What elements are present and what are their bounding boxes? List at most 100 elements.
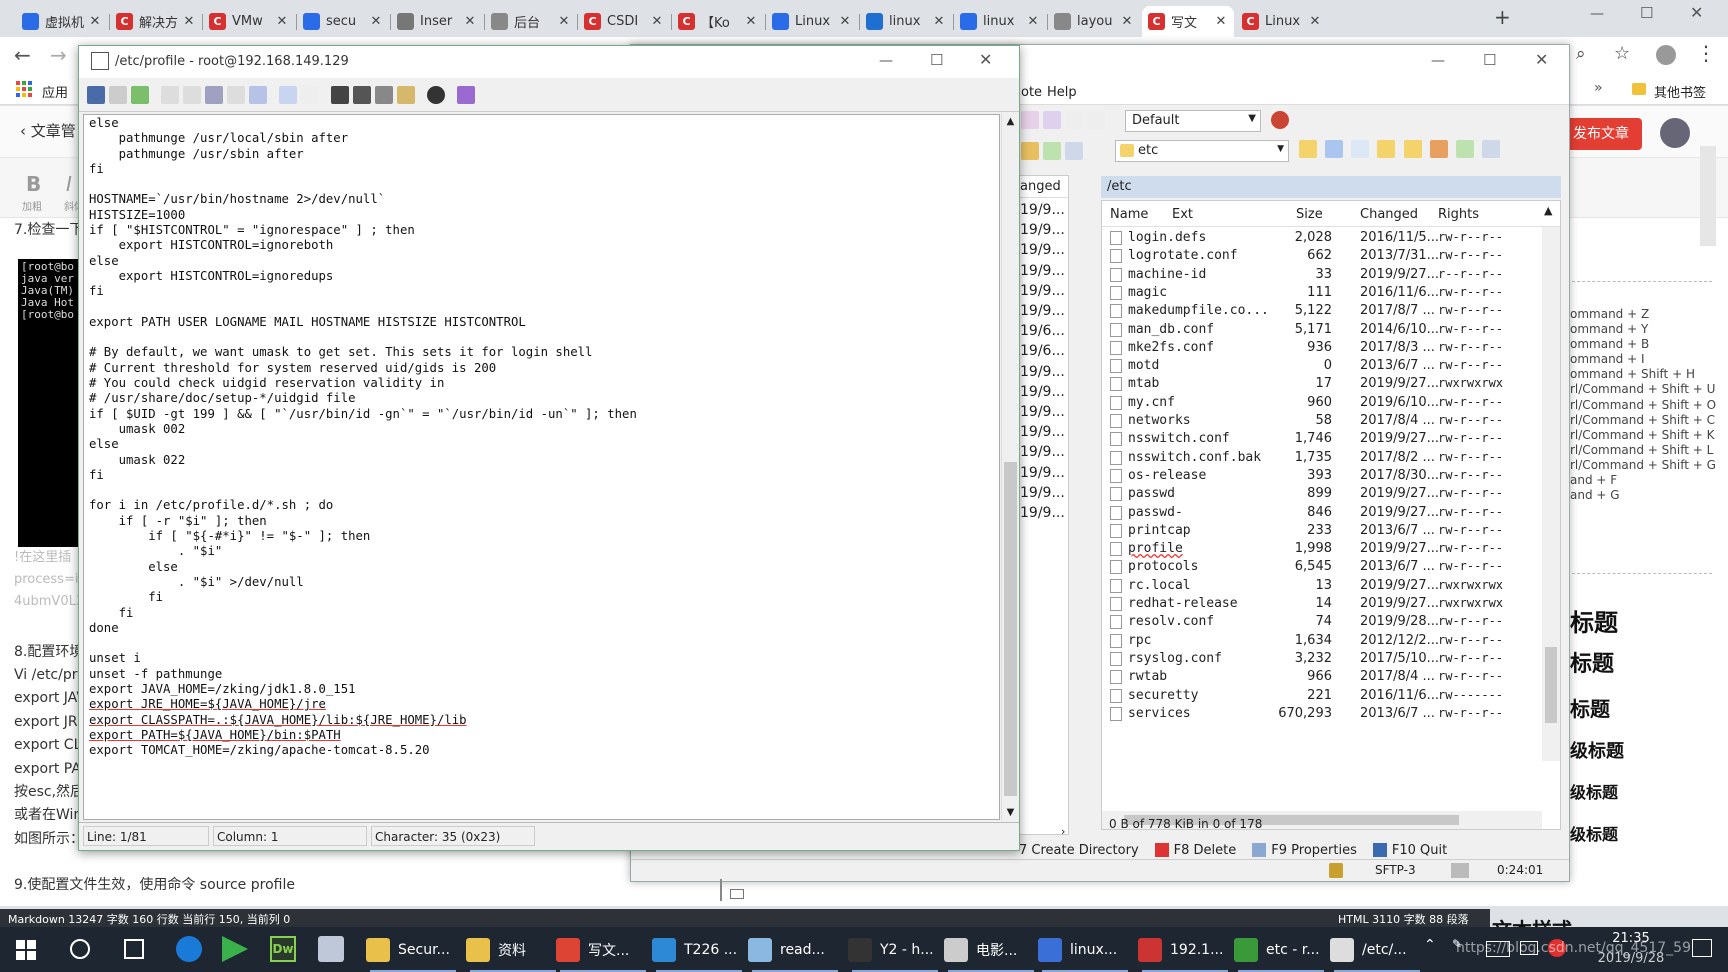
file-row[interactable]: nsswitch.conf.bak 1,735 2017/8/2 ... rw-r--… xyxy=(1102,449,1532,469)
delete-icon[interactable] xyxy=(227,85,245,104)
file-row[interactable]: printcap 233 2013/6/7 ... rw-r--r-- xyxy=(1102,522,1532,542)
file-row[interactable]: protocols 6,545 2013/6/7 ... rw-r--r-- xyxy=(1102,558,1532,578)
file-row[interactable]: my.cnf 960 2019/6/10... rw-r--r-- xyxy=(1102,394,1532,414)
tab-close-icon[interactable]: ✕ xyxy=(650,14,664,29)
file-row[interactable]: redhat-release 14 2019/9/27... rwxrwxrwx xyxy=(1102,595,1532,615)
heading-sample[interactable]: 标题 xyxy=(1570,693,1624,737)
editor-close-icon[interactable]: ✕ xyxy=(979,50,992,69)
local-changed-header[interactable]: anged xyxy=(1020,176,1068,198)
browser-tab[interactable]: C VMw ✕ xyxy=(203,6,295,37)
command-button[interactable]: F10 Quit xyxy=(1372,843,1447,858)
select-all-icon[interactable] xyxy=(249,85,267,104)
browser-tab[interactable]: linux ✕ xyxy=(954,6,1046,37)
col-name[interactable]: Name xyxy=(1110,207,1148,222)
file-row[interactable]: mtab 17 2019/9/27... rwxrwxrwx xyxy=(1102,375,1532,395)
file-row[interactable]: resolv.conf 74 2019/9/28... rw-r--r-- xyxy=(1102,613,1532,633)
file-row[interactable]: securetty 221 2016/11/6... rw------- xyxy=(1102,687,1532,707)
taskbar-app[interactable]: read... xyxy=(748,927,842,972)
col-rights[interactable]: Rights xyxy=(1438,207,1479,222)
menu-dots-icon[interactable]: ⋮ xyxy=(1696,41,1716,65)
filter-icon[interactable] xyxy=(1021,111,1039,129)
file-row[interactable]: nsswitch.conf 1,746 2019/9/27... rw-r--r-- xyxy=(1102,430,1532,450)
chevron-right-icon[interactable]: › xyxy=(1061,825,1075,839)
back-to-articles-link[interactable]: ‹ 文章管 xyxy=(20,120,76,141)
task-view-icon[interactable] xyxy=(124,939,144,959)
taskbar-app[interactable]: Y2 - h... xyxy=(848,927,942,972)
apps-grid-icon[interactable] xyxy=(16,81,32,97)
taskbar-app[interactable]: 写文... xyxy=(556,927,650,972)
settings-gear-icon[interactable] xyxy=(427,85,445,104)
maximize-icon[interactable]: ☐ xyxy=(1640,4,1653,22)
browser-tab[interactable]: 后台 ✕ xyxy=(485,6,577,37)
command-button[interactable]: F8 Delete xyxy=(1154,843,1236,858)
help-book-icon[interactable] xyxy=(457,85,475,104)
publish-button[interactable]: 发布文章 xyxy=(1560,118,1642,150)
tab-close-icon[interactable]: ✕ xyxy=(1026,14,1040,29)
home-icon[interactable] xyxy=(1429,140,1448,158)
menu-help[interactable]: Help xyxy=(1047,85,1077,100)
tab-close-icon[interactable]: ✕ xyxy=(463,14,477,29)
tab-close-icon[interactable]: ✕ xyxy=(275,14,289,29)
refresh-icon[interactable] xyxy=(1043,142,1061,160)
preferences-icon[interactable] xyxy=(1271,111,1289,129)
browser-tab[interactable]: C 写文 ✕ xyxy=(1142,6,1234,37)
heading-sample[interactable]: 标题 xyxy=(1570,646,1624,693)
chevron-right-icon[interactable]: » xyxy=(1594,80,1603,96)
taskbar-app[interactable]: Secur... xyxy=(366,927,460,972)
command-button[interactable]: F9 Properties xyxy=(1252,843,1357,858)
path-dropdown[interactable]: etc ▼ xyxy=(1115,140,1289,162)
editor-maximize-icon[interactable]: ☐ xyxy=(930,51,943,69)
back-icon[interactable] xyxy=(1325,140,1344,158)
file-row[interactable]: rpc 1,634 2012/12/2... rw-r--r-- xyxy=(1102,632,1532,652)
heading-sample[interactable]: 级标题 xyxy=(1570,779,1624,821)
chevron-up-icon[interactable]: ⌃ xyxy=(1424,937,1436,953)
cortana-search-icon[interactable] xyxy=(70,939,90,959)
paste-icon[interactable] xyxy=(205,85,223,104)
open-folder-icon[interactable] xyxy=(1299,140,1317,158)
tab-close-icon[interactable]: ✕ xyxy=(744,14,758,29)
browser-tab[interactable]: C 解决方 ✕ xyxy=(110,6,202,37)
taskbar-app[interactable]: etc - r... xyxy=(1234,927,1328,972)
command-button[interactable]: 7 Create Directory xyxy=(1019,843,1139,858)
heading-sample[interactable]: 标题 xyxy=(1570,603,1624,646)
tab-close-icon[interactable]: ✕ xyxy=(932,14,946,29)
file-row[interactable]: os-release 393 2017/8/30... rw-r--r-- xyxy=(1102,467,1532,487)
tab-close-icon[interactable]: ✕ xyxy=(182,14,196,29)
back-arrow-icon[interactable]: ← xyxy=(14,43,31,67)
sync-icon[interactable] xyxy=(1043,111,1061,129)
file-row[interactable]: services 670,293 2013/6/7 ... rw-r--r-- xyxy=(1102,705,1532,725)
zoom-icon[interactable]: ⌕ xyxy=(1576,44,1586,64)
taskbar-app[interactable]: 192.1... xyxy=(1138,927,1232,972)
user-avatar[interactable] xyxy=(1660,118,1690,148)
browser-tab[interactable]: layou ✕ xyxy=(1048,6,1140,37)
new-tab-icon[interactable]: + xyxy=(1494,5,1511,29)
refresh-icon[interactable] xyxy=(1087,111,1105,129)
other-bookmarks-link[interactable]: 其他书签 xyxy=(1654,82,1706,101)
file-row[interactable]: logrotate.conf 662 2013/7/31... rw-r--r-- xyxy=(1102,247,1532,267)
find-icon[interactable] xyxy=(331,85,349,104)
code-text-area[interactable]: else pathmunge /usr/local/sbin after pat… xyxy=(83,114,1000,820)
browser-tab[interactable]: secu ✕ xyxy=(297,6,389,37)
page-scrollbar[interactable] xyxy=(1700,146,1716,246)
replace-icon[interactable] xyxy=(375,85,393,104)
col-size[interactable]: Size xyxy=(1296,207,1323,222)
browser-tab[interactable]: 虚拟机 ✕ xyxy=(16,6,108,37)
refresh-icon[interactable] xyxy=(1455,140,1474,158)
browser-tab[interactable]: C 【Ko ✕ xyxy=(672,6,764,37)
tab-close-icon[interactable]: ✕ xyxy=(88,14,102,29)
chevron-down-icon[interactable]: ▼ xyxy=(1002,807,1019,818)
tab-close-icon[interactable]: ✕ xyxy=(369,14,383,29)
windows-start-icon[interactable] xyxy=(16,940,36,960)
editor-vertical-scrollbar[interactable]: ▲ ▼ xyxy=(1001,114,1018,820)
heading-sample[interactable]: 级标题 xyxy=(1570,737,1624,779)
tab-close-icon[interactable]: ✕ xyxy=(838,14,852,29)
file-row[interactable]: rc.local 13 2019/9/27... rwxrwxrwx xyxy=(1102,577,1532,597)
file-row[interactable]: networks 58 2017/8/4 ... rw-r--r-- xyxy=(1102,412,1532,432)
col-ext[interactable]: Ext xyxy=(1172,207,1193,222)
goto-line-icon[interactable] xyxy=(397,85,415,104)
tab-close-icon[interactable]: ✕ xyxy=(1308,14,1322,29)
file-row[interactable]: mke2fs.conf 936 2017/8/3 ... rw-r--r-- xyxy=(1102,339,1532,359)
file-row[interactable]: motd 0 2013/6/7 ... rw-r--r-- xyxy=(1102,357,1532,377)
browser-tab[interactable]: Inser ✕ xyxy=(391,6,483,37)
chevron-up-icon[interactable]: ▲ xyxy=(1544,204,1552,217)
